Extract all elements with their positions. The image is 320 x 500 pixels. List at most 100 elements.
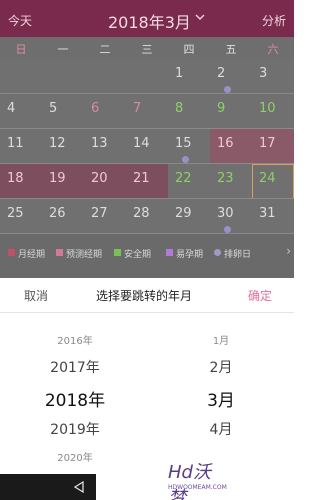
weekday-label: 二 [99, 43, 111, 56]
calendar-day[interactable]: 5 [42, 94, 84, 129]
legend-swatch [56, 249, 63, 256]
month-option[interactable]: 2月 [166, 357, 276, 377]
calendar-day[interactable]: 14 [126, 129, 168, 164]
day-number: 25 [7, 206, 24, 221]
day-number: 1 [175, 66, 184, 81]
calendar-week-row: 11 12 13 14 15 16 17 [0, 129, 294, 164]
calendar-day[interactable]: 20 [84, 164, 126, 199]
calendar-day[interactable]: 6 [84, 94, 126, 129]
calendar-day[interactable]: 26 [42, 199, 84, 234]
calendar-day[interactable]: 21 [126, 164, 168, 199]
today-button[interactable]: 今天 [8, 12, 32, 29]
watermark-logo: Hd沃梦 HDWOOMEAM.COM [168, 458, 228, 500]
day-number: 9 [217, 101, 226, 116]
calendar-day[interactable]: 29 [168, 199, 210, 234]
day-number: 31 [259, 206, 276, 221]
legend-swatch [8, 249, 15, 256]
cancel-button[interactable]: 取消 [24, 287, 48, 304]
year-option[interactable]: 2017年 [20, 357, 130, 377]
day-number: 8 [175, 101, 184, 116]
calendar-day[interactable]: 30 [210, 199, 252, 234]
calendar-day[interactable]: 10 [252, 94, 294, 129]
calendar-day[interactable]: 17 [252, 129, 294, 164]
calendar-day[interactable]: 22 [168, 164, 210, 199]
calendar-day[interactable]: 13 [84, 129, 126, 164]
ovulation-dot-icon [224, 226, 231, 233]
calendar-week-row: 25 26 27 28 29 30 31 [0, 199, 294, 234]
calendar-day[interactable]: 18 [0, 164, 42, 199]
calendar-day[interactable]: 1 [168, 59, 210, 94]
calendar-empty-cell [84, 59, 126, 94]
calendar-day[interactable]: 25 [0, 199, 42, 234]
calendar-empty-cell [42, 59, 84, 94]
calendar-day[interactable]: 7 [126, 94, 168, 129]
calendar-day[interactable]: 31 [252, 199, 294, 234]
legend-swatch [214, 249, 221, 256]
calendar-day[interactable]: 28 [126, 199, 168, 234]
legend-swatch [166, 249, 173, 256]
ovulation-dot-icon [182, 156, 189, 163]
day-number: 27 [91, 206, 108, 221]
analysis-button[interactable]: 分析 [262, 12, 286, 29]
back-triangle-icon[interactable] [72, 480, 86, 494]
weekday-row: 日一二三四五六 [0, 37, 294, 59]
calendar-day[interactable]: 12 [42, 129, 84, 164]
day-number: 11 [7, 136, 24, 151]
day-number: 22 [175, 171, 192, 186]
calendar-day[interactable]: 16 [210, 129, 252, 164]
day-number: 7 [133, 101, 142, 116]
picker-divider [0, 312, 294, 313]
day-number: 28 [133, 206, 150, 221]
weekday-label: 三 [141, 43, 153, 56]
year-option[interactable]: 2016年 [20, 332, 130, 347]
calendar-day[interactable]: 3 [252, 59, 294, 94]
day-number: 18 [7, 171, 24, 186]
legend-label: 易孕期 [176, 250, 204, 260]
day-number: 12 [49, 136, 66, 151]
day-number: 29 [175, 206, 192, 221]
calendar-week-row: 4 5 6 7 8 9 10 [0, 94, 294, 129]
month-option[interactable]: 4月 [166, 419, 276, 439]
day-number: 2 [217, 66, 226, 81]
month-title[interactable]: 2018年3月 [108, 9, 191, 33]
month-option-selected[interactable]: 3月 [166, 386, 276, 411]
weekday-label: 六 [267, 43, 279, 56]
day-number: 26 [49, 206, 66, 221]
year-option[interactable]: 2019年 [20, 419, 130, 439]
system-nav-bar [0, 474, 96, 500]
legend-swatch [114, 249, 121, 256]
calendar-day[interactable]: 15 [168, 129, 210, 164]
day-number: 3 [259, 66, 268, 81]
day-number: 15 [175, 136, 192, 151]
calendar-day[interactable]: 8 [168, 94, 210, 129]
day-number: 19 [49, 171, 66, 186]
weekday-label: 一 [57, 43, 69, 56]
chevron-right-icon[interactable]: › [286, 244, 291, 258]
calendar-day[interactable]: 19 [42, 164, 84, 199]
picker-title: 选择要跳转的年月 [96, 289, 193, 303]
year-option-selected[interactable]: 2018年 [20, 386, 130, 411]
day-number: 4 [7, 101, 16, 116]
calendar-day[interactable]: 27 [84, 199, 126, 234]
calendar-day[interactable]: 23 [210, 164, 252, 199]
day-number: 24 [259, 171, 276, 186]
app-header: 今天 2018年3月 分析 [0, 0, 294, 37]
year-month-picker: 取消 选择要跳转的年月 确定 2016年 2017年 2018年 2019年 2… [0, 278, 294, 474]
calendar-day[interactable]: 11 [0, 129, 42, 164]
chevron-down-icon[interactable] [194, 11, 206, 23]
watermark-sub-text: HDWOOMEAM.COM [168, 484, 227, 491]
legend-label: 安全期 [124, 250, 152, 260]
legend-label: 月经期 [18, 250, 46, 260]
day-number: 23 [217, 171, 234, 186]
calendar-day[interactable]: 4 [0, 94, 42, 129]
year-option[interactable]: 2020年 [20, 449, 130, 464]
calendar-week-row: 1 2 3 [0, 59, 294, 94]
confirm-button[interactable]: 确定 [248, 287, 272, 304]
calendar-day[interactable]: 2 [210, 59, 252, 94]
calendar-day[interactable]: 24 [252, 164, 294, 199]
day-number: 17 [259, 136, 276, 151]
calendar-day[interactable]: 9 [210, 94, 252, 129]
weekday-label: 五 [225, 43, 237, 56]
month-option[interactable]: 1月 [166, 332, 276, 347]
calendar-week-row: 18 19 20 21 22 23 24 [0, 164, 294, 199]
